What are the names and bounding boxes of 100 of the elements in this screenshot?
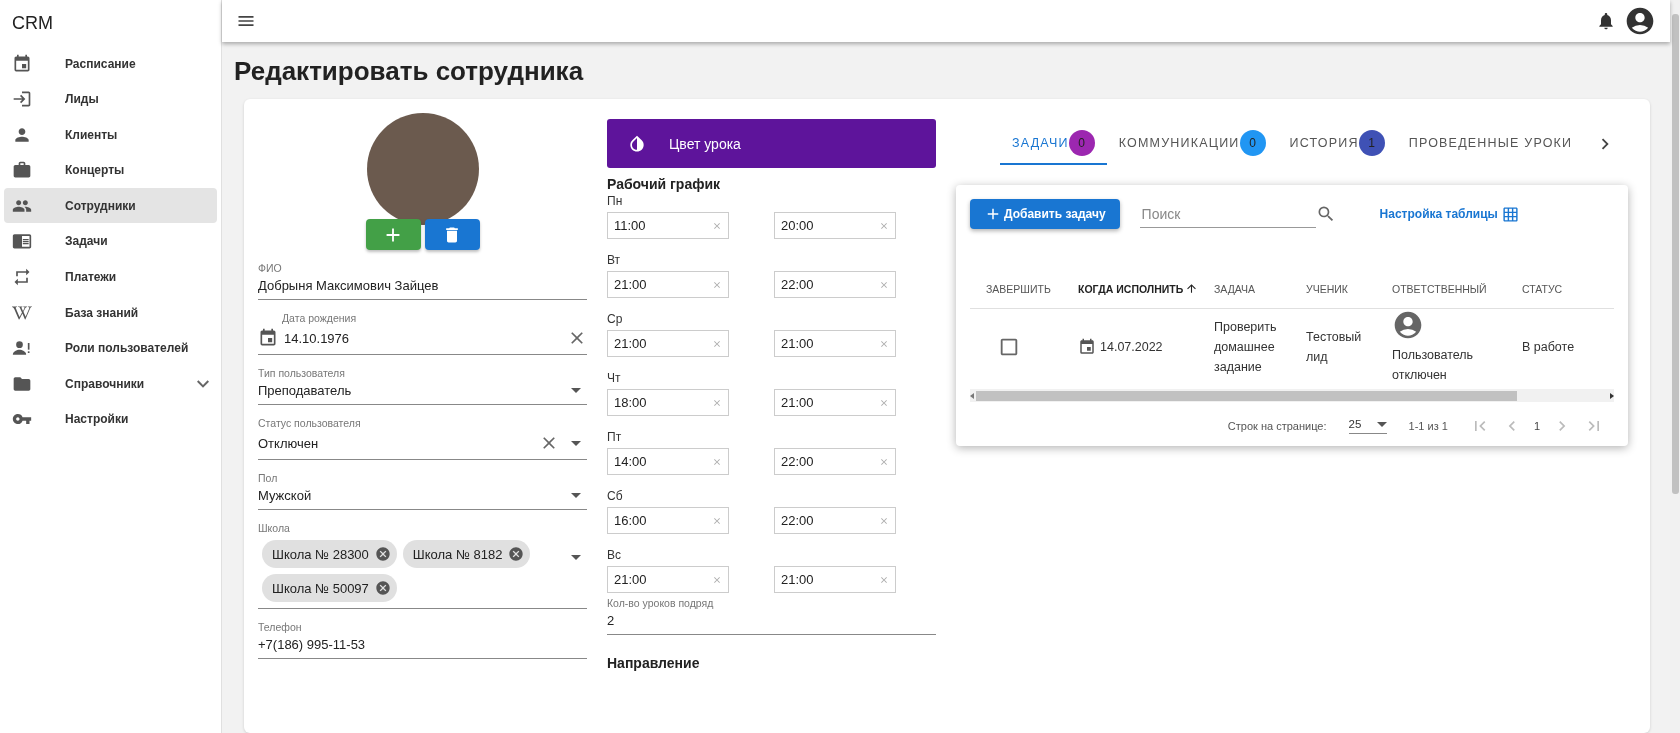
count-badge: 0 — [1239, 130, 1266, 156]
horizontal-scrollbar[interactable] — [970, 389, 1614, 402]
rows-per-page-label: Строк на странице: — [1227, 420, 1327, 432]
calendar-icon — [12, 53, 32, 74]
time-field[interactable]: 21:00 — [774, 330, 896, 357]
grid-icon — [1501, 205, 1519, 223]
input-field[interactable]: Кол-во уроков подряд 2 — [607, 597, 936, 635]
add-task-button[interactable]: Добавить задачу — [970, 199, 1120, 229]
drop-icon — [627, 133, 647, 154]
field-label: Кол-во уроков подряд — [607, 597, 715, 609]
rows-per-page-select[interactable]: 25 — [1348, 418, 1387, 434]
sidebar-item[interactable]: Роли пользователей — [4, 330, 217, 366]
time-field[interactable]: 20:00 — [774, 212, 896, 239]
table-cell-text: 14.07.2022 — [1100, 339, 1163, 356]
field-label: ФИО — [258, 262, 283, 274]
time-field[interactable]: 22:00 — [774, 448, 896, 475]
dropdown-icon — [571, 555, 581, 560]
tab[interactable]: ЗАДАЧИ 0 — [1000, 123, 1107, 165]
sort-arrow-icon — [1185, 282, 1199, 295]
day-label: Чт — [607, 371, 622, 385]
field-label: Тип пользователя — [258, 367, 346, 379]
count-badge: 0 — [1068, 130, 1095, 156]
table-cell-text: Тестовый лид — [1306, 329, 1363, 366]
day-label: Вт — [607, 253, 622, 267]
page-range: 1-1 из 1 — [1408, 420, 1448, 432]
field-label: Статус пользователя — [258, 417, 362, 429]
lesson-color-button[interactable]: Цвет урока — [607, 119, 936, 168]
sidebar-item[interactable]: Сотрудники — [4, 188, 217, 224]
time-field[interactable]: 11:00 — [607, 212, 729, 239]
day-label: Пт — [607, 430, 623, 444]
sidebar-item[interactable]: Лиды — [4, 81, 217, 117]
table-settings-link[interactable]: Настройка таблицы — [1379, 205, 1519, 223]
sidebar-item[interactable]: База знаний — [4, 295, 217, 331]
input-field[interactable]: ФИО Добрыня Максимович Зайцев — [258, 262, 587, 300]
repeat-icon — [12, 267, 32, 288]
section-title: Рабочий график — [607, 176, 722, 192]
time-field[interactable]: 21:00 — [607, 330, 729, 357]
checkbox[interactable] — [998, 336, 1020, 358]
remove-icon[interactable] — [374, 546, 391, 562]
search-field[interactable]: Поиск — [1139, 200, 1316, 228]
field-label: Школа — [258, 522, 291, 534]
date-field[interactable]: Дата рождения 14.10.1976 — [258, 312, 587, 355]
column-header[interactable]: ОТВЕТСТВЕННЫЙ — [1392, 282, 1522, 295]
time-field[interactable]: 21:00 — [607, 271, 729, 298]
column-header[interactable]: СТАТУС — [1522, 282, 1612, 295]
app-logo: CRM — [11, 12, 54, 35]
sidebar-item[interactable]: Задачи — [4, 223, 217, 259]
remove-icon[interactable] — [374, 580, 391, 596]
time-field[interactable]: 22:00 — [774, 271, 896, 298]
reader-icon — [12, 231, 32, 252]
time-field[interactable]: 16:00 — [607, 507, 729, 534]
school-chip[interactable]: Школа № 28300 — [262, 540, 397, 568]
bell-icon[interactable] — [1596, 11, 1616, 31]
school-chip[interactable]: Школа № 8182 — [402, 540, 531, 568]
school-chip[interactable]: Школа № 50097 — [262, 574, 397, 602]
input-field[interactable]: Телефон +7(186) 995-11-53 — [258, 621, 587, 659]
sign-in-icon — [12, 89, 32, 110]
time-field[interactable]: 21:00 — [607, 566, 729, 593]
table-cell-text: В работе — [1522, 339, 1576, 356]
section-title: Направление — [607, 655, 701, 671]
account-icon[interactable] — [1624, 5, 1656, 37]
dropdown-icon — [571, 388, 581, 393]
sidebar-item[interactable]: Клиенты — [4, 117, 217, 153]
column-header[interactable]: ЗАВЕРШИТЬ — [986, 282, 1078, 295]
time-field[interactable]: 21:00 — [774, 566, 896, 593]
field-label: Пол — [258, 472, 279, 484]
column-header[interactable]: КОГДА ИСПОЛНИТЬ — [1078, 282, 1214, 295]
count-badge: 1 — [1358, 130, 1385, 156]
sidebar-item[interactable]: Расписание — [4, 46, 217, 81]
select-field[interactable]: Школа Школа № 28300 Школа № 8182 Школа № 50097 — [258, 522, 587, 609]
select-field[interactable]: Тип пользователя Преподаватель — [258, 367, 587, 405]
time-field[interactable]: 21:00 — [774, 389, 896, 416]
day-label: Вс — [607, 548, 622, 562]
field-label: Дата рождения — [282, 312, 358, 324]
select-field[interactable]: Статус пользователя Отключен — [258, 417, 587, 460]
scroll-right-icon[interactable] — [1610, 392, 1614, 399]
sidebar-item[interactable]: Настройки — [4, 401, 217, 437]
sidebar-item[interactable]: Справочники — [4, 366, 217, 402]
page-title: Редактировать сотрудника — [234, 56, 585, 87]
delete-photo-button[interactable] — [424, 219, 480, 250]
time-field[interactable]: 14:00 — [607, 448, 729, 475]
day-label: Сб — [607, 489, 624, 503]
tab[interactable]: ПРОВЕДЕННЫЕ УРОКИ — [1396, 123, 1585, 165]
time-field[interactable]: 18:00 — [607, 389, 729, 416]
column-header[interactable]: УЧЕНИК — [1306, 282, 1392, 295]
remove-icon[interactable] — [508, 546, 525, 562]
add-photo-button[interactable] — [365, 219, 421, 250]
sidebar-item[interactable]: Концерты — [4, 152, 217, 188]
column-header[interactable]: ЗАДАЧА — [1214, 282, 1306, 295]
sidebar-item[interactable]: Платежи — [4, 259, 217, 295]
day-label: Ср — [607, 312, 624, 326]
tab[interactable]: ИСТОРИЯ 1 — [1277, 123, 1397, 165]
select-field[interactable]: Пол Мужской — [258, 472, 587, 510]
day-label: Пн — [607, 194, 624, 208]
scroll-left-icon[interactable] — [970, 392, 974, 399]
avatar-icon — [1392, 309, 1424, 341]
tab[interactable]: КОММУНИКАЦИИ 0 — [1106, 123, 1278, 165]
time-field[interactable]: 22:00 — [774, 507, 896, 534]
page-number[interactable]: 1 — [1533, 420, 1540, 432]
table-cell-text: Проверить домашнее задание — [1214, 319, 1278, 376]
